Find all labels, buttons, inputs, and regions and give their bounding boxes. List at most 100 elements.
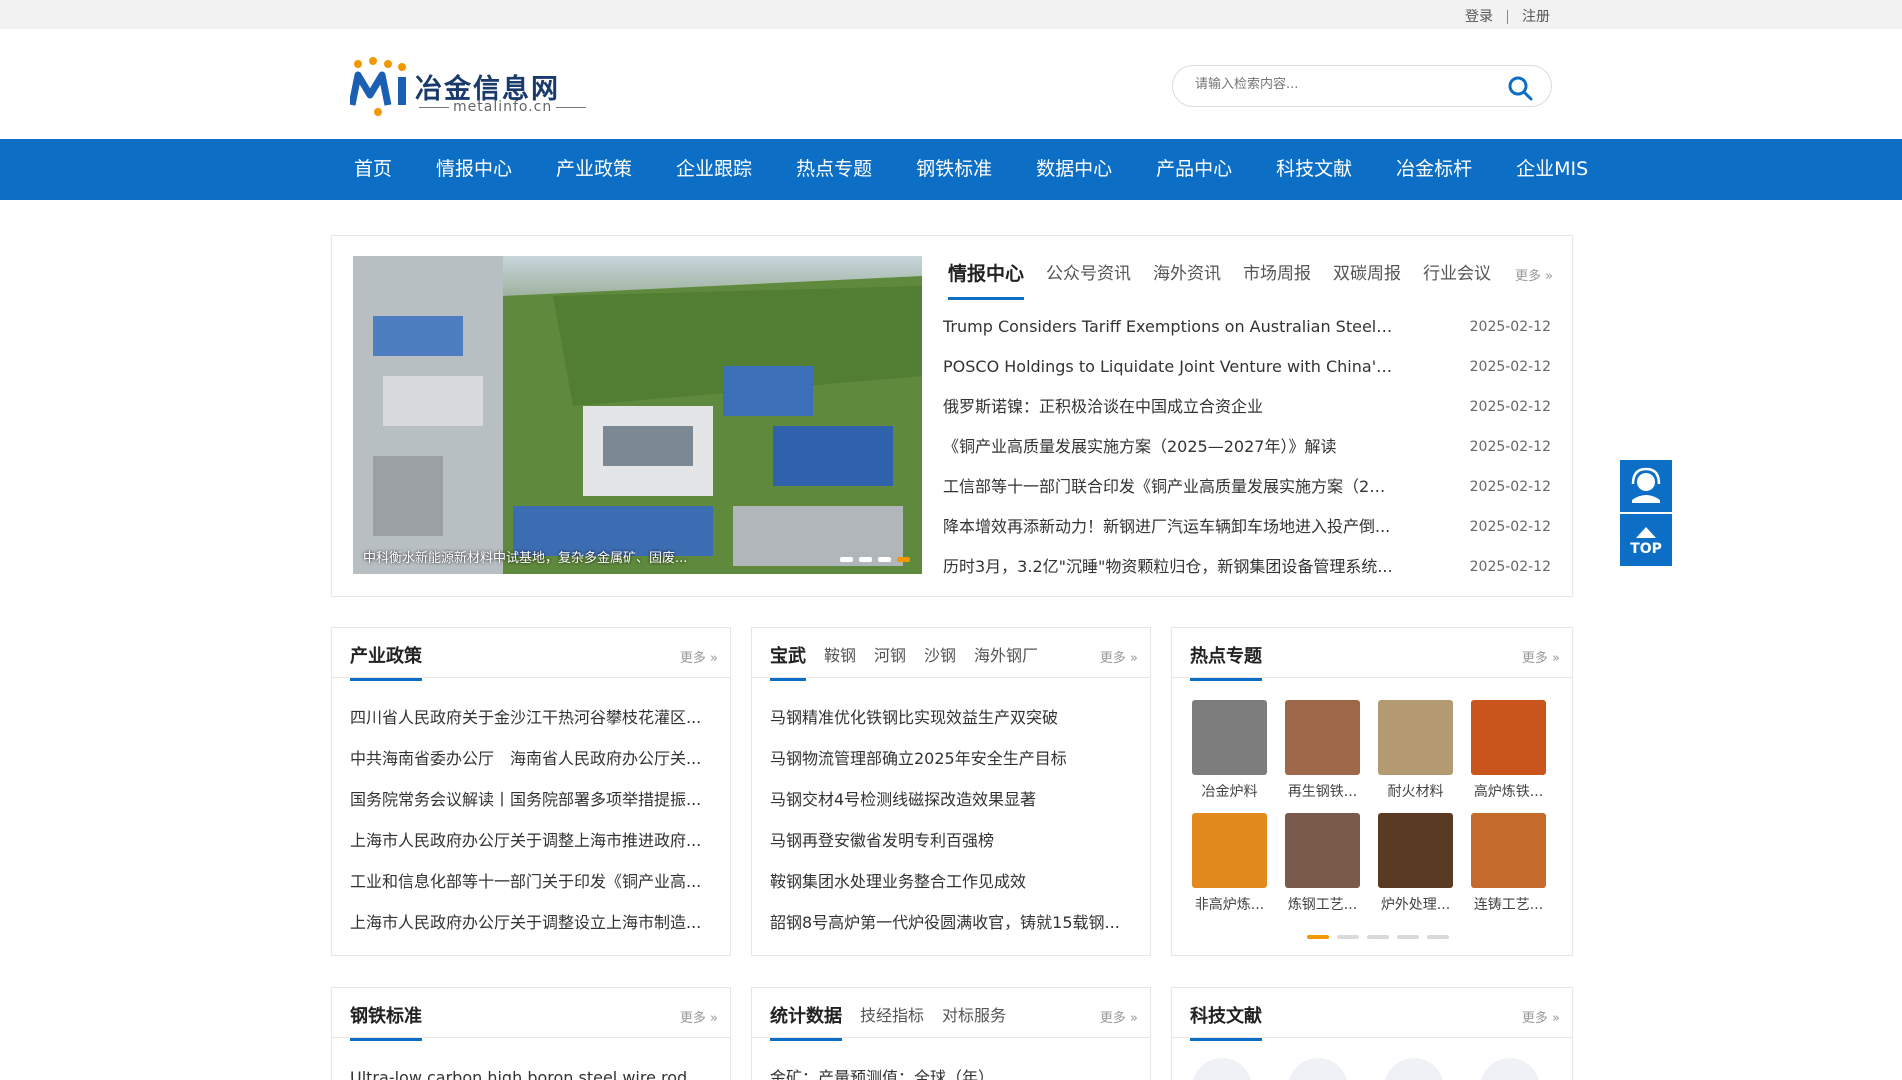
policy-more-link[interactable]: 更多 xyxy=(680,647,718,666)
topics-title[interactable]: 热点专题 xyxy=(1190,642,1262,681)
news-date: 2025-02-12 xyxy=(1469,359,1551,375)
steel-news-item[interactable]: 马钢精准优化铁钢比实现效益生产双突破 xyxy=(770,697,1120,738)
news-item[interactable]: 工信部等十一部门联合印发《铜产业高质量发展实施方案（20... 2025-02-1… xyxy=(943,467,1551,507)
topics-more-link[interactable]: 更多 xyxy=(1522,647,1560,666)
standards-title[interactable]: 钢铁标准 xyxy=(350,1002,422,1041)
login-link[interactable]: 登录 xyxy=(1465,6,1493,26)
slider-dot[interactable] xyxy=(859,557,872,562)
news-item[interactable]: 《铜产业高质量发展实施方案（2025—2027年）》解读 2025-02-12 xyxy=(943,427,1551,467)
logo-domain: metalinfo.cn xyxy=(415,99,590,115)
register-link[interactable]: 注册 xyxy=(1522,6,1550,26)
topic-item[interactable]: 连铸工艺... xyxy=(1471,813,1546,914)
nav-item[interactable]: 企业跟踪 xyxy=(654,139,774,200)
steel-company-tab[interactable]: 宝武 xyxy=(770,642,806,681)
policy-title[interactable]: 产业政策 xyxy=(350,642,422,681)
news-title[interactable]: Trump Considers Tariff Exemptions on Aus… xyxy=(943,307,1393,347)
news-title[interactable]: 降本增效再添新动力！新钢进厂汽运车辆卸车场地进入投产倒... xyxy=(943,507,1390,547)
stats-tab[interactable]: 技经指标 xyxy=(860,1002,924,1041)
news-item[interactable]: 俄罗斯诺镍：正积极洽谈在中国成立合资企业 2025-02-12 xyxy=(943,387,1551,427)
news-date: 2025-02-12 xyxy=(1469,439,1551,455)
steel-company-tab[interactable]: 海外钢厂 xyxy=(974,642,1038,681)
techlit-thumb[interactable] xyxy=(1480,1058,1540,1080)
steel-more-link[interactable]: 更多 xyxy=(1100,647,1138,666)
slider-dot[interactable] xyxy=(878,557,891,562)
policy-item[interactable]: 上海市人民政府办公厅关于调整设立上海市制造... xyxy=(350,902,701,943)
policy-item[interactable]: 上海市人民政府办公厅关于调整上海市推进政府... xyxy=(350,820,701,861)
nav-item[interactable]: 企业MIS xyxy=(1494,139,1610,200)
intel-tab[interactable]: 市场周报 xyxy=(1243,260,1311,300)
standard-item[interactable]: Ultra-low carbon high boron steel wire r… xyxy=(350,1057,710,1080)
policy-item[interactable]: 中共海南省委办公厅 海南省人民政府办公厅关... xyxy=(350,738,701,779)
stats-tab[interactable]: 统计数据 xyxy=(770,1002,842,1041)
topic-item[interactable]: 炉外处理... xyxy=(1378,813,1453,914)
news-item[interactable]: POSCO Holdings to Liquidate Joint Ventur… xyxy=(943,347,1551,387)
nav-item[interactable]: 冶金标杆 xyxy=(1374,139,1494,200)
techlit-thumb[interactable] xyxy=(1288,1058,1348,1080)
topic-item[interactable]: 冶金炉料 xyxy=(1192,700,1267,801)
nav-item[interactable]: 科技文献 xyxy=(1254,139,1374,200)
customer-service-button[interactable] xyxy=(1620,460,1672,512)
steel-news-item[interactable]: 鞍钢集团水处理业务整合工作见成效 xyxy=(770,861,1120,902)
intel-tab[interactable]: 行业会议 xyxy=(1423,260,1491,300)
topic-page-dot[interactable] xyxy=(1337,935,1359,939)
steel-company-tab[interactable]: 鞍钢 xyxy=(824,642,856,681)
nav-item[interactable]: 产业政策 xyxy=(534,139,654,200)
policy-item[interactable]: 四川省人民政府关于金沙江干热河谷攀枝花灌区... xyxy=(350,697,701,738)
intel-tab[interactable]: 双碳周报 xyxy=(1333,260,1401,300)
policy-item[interactable]: 国务院常务会议解读丨国务院部署多项举措提振... xyxy=(350,779,701,820)
policy-item[interactable]: 工业和信息化部等十一部门关于印发《铜产业高... xyxy=(350,861,701,902)
stats-more-link[interactable]: 更多 xyxy=(1100,1007,1138,1026)
news-item[interactable]: 历时3月，3.2亿"沉睡"物资颗粒归仓，新钢集团设备管理系统... 2025-02… xyxy=(943,547,1551,587)
nav-item[interactable]: 产品中心 xyxy=(1134,139,1254,200)
topic-page-dot[interactable] xyxy=(1427,935,1449,939)
techlit-thumb[interactable] xyxy=(1192,1058,1252,1080)
topic-item[interactable]: 再生钢铁... xyxy=(1285,700,1360,801)
news-title[interactable]: 工信部等十一部门联合印发《铜产业高质量发展实施方案（20... xyxy=(943,467,1393,507)
techlit-title[interactable]: 科技文献 xyxy=(1190,1002,1262,1041)
topic-item[interactable]: 非高炉炼... xyxy=(1192,813,1267,914)
topic-page-dot[interactable] xyxy=(1307,935,1329,939)
news-title[interactable]: POSCO Holdings to Liquidate Joint Ventur… xyxy=(943,347,1393,387)
news-title[interactable]: 历时3月，3.2亿"沉睡"物资颗粒归仓，新钢集团设备管理系统... xyxy=(943,547,1393,587)
nav-item[interactable]: 钢铁标准 xyxy=(894,139,1014,200)
topic-page-dot[interactable] xyxy=(1397,935,1419,939)
nav-item[interactable]: 情报中心 xyxy=(414,139,534,200)
back-to-top-button[interactable]: TOP xyxy=(1620,514,1672,566)
standards-more-link[interactable]: 更多 xyxy=(680,1007,718,1026)
slider-dot[interactable] xyxy=(840,557,853,562)
topic-label: 冶金炉料 xyxy=(1201,784,1258,800)
steel-news-item[interactable]: 马钢再登安徽省发明专利百强榜 xyxy=(770,820,1120,861)
topic-item[interactable]: 高炉炼铁... xyxy=(1471,700,1546,801)
news-date: 2025-02-12 xyxy=(1469,559,1551,575)
topic-item[interactable]: 炼钢工艺... xyxy=(1285,813,1360,914)
topic-item[interactable]: 耐火材料 xyxy=(1378,700,1453,801)
topic-page-dot[interactable] xyxy=(1367,935,1389,939)
policy-card-header: 产业政策 更多 xyxy=(332,628,730,681)
news-item[interactable]: 降本增效再添新动力！新钢进厂汽运车辆卸车场地进入投产倒... 2025-02-12 xyxy=(943,507,1551,547)
news-title[interactable]: 俄罗斯诺镍：正积极洽谈在中国成立合资企业 xyxy=(943,387,1263,427)
news-title[interactable]: 《铜产业高质量发展实施方案（2025—2027年）》解读 xyxy=(943,427,1336,467)
intel-tab[interactable]: 公众号资讯 xyxy=(1046,260,1131,300)
steel-news-item[interactable]: 韶钢8号高炉第一代炉役圆满收官，铸就15载钢... xyxy=(770,902,1120,943)
techlit-thumb[interactable] xyxy=(1384,1058,1444,1080)
intel-tab[interactable]: 海外资讯 xyxy=(1153,260,1221,300)
image-slider[interactable]: 中科衡水新能源新材料中试基地，复杂多金属矿、固废... xyxy=(353,256,922,574)
steel-company-tab[interactable]: 河钢 xyxy=(874,642,906,681)
nav-item[interactable]: 首页 xyxy=(332,139,414,200)
steel-news-item[interactable]: 马钢交材4号检测线磁探改造效果显著 xyxy=(770,779,1120,820)
intel-more-link[interactable]: 更多 xyxy=(1515,265,1553,284)
nav-item[interactable]: 数据中心 xyxy=(1014,139,1134,200)
steel-news-item[interactable]: 马钢物流管理部确立2025年安全生产目标 xyxy=(770,738,1120,779)
stats-item[interactable]: 金矿：产量预测值：全球（年） xyxy=(770,1057,994,1080)
slider-dot[interactable] xyxy=(897,557,910,562)
slider-dots xyxy=(840,557,910,562)
stats-tab[interactable]: 对标服务 xyxy=(942,1002,1006,1041)
nav-item[interactable]: 热点专题 xyxy=(774,139,894,200)
steel-company-tab[interactable]: 沙钢 xyxy=(924,642,956,681)
intel-tab[interactable]: 情报中心 xyxy=(948,260,1025,300)
techlit-more-link[interactable]: 更多 xyxy=(1522,1007,1560,1026)
news-item[interactable]: Trump Considers Tariff Exemptions on Aus… xyxy=(943,307,1551,347)
search-icon[interactable] xyxy=(1507,75,1533,101)
topic-image xyxy=(1285,700,1360,775)
search-input[interactable] xyxy=(1195,77,1495,92)
